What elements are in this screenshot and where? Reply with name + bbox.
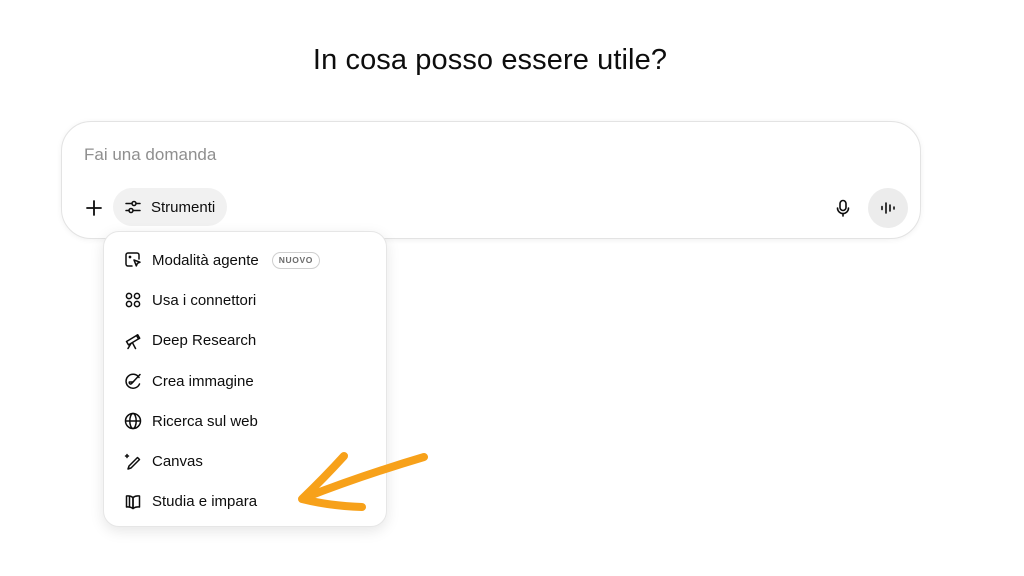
menu-item-label: Ricerca sul web	[152, 412, 258, 430]
page-title: In cosa posso essere utile?	[312, 44, 668, 76]
menu-item-label: Deep Research	[152, 332, 257, 350]
book-icon	[122, 491, 143, 512]
menu-item-create-image[interactable]: Crea immagine	[104, 361, 386, 401]
agent-cursor-icon	[122, 250, 143, 271]
menu-item-label: Modalità agente	[152, 251, 259, 269]
menu-item-label: Studia e impara	[152, 493, 258, 511]
new-badge: NUOVO	[271, 251, 320, 269]
menu-item-agent-mode[interactable]: Modalità agente NUOVO	[104, 240, 386, 280]
tools-button-label: Strumenti	[151, 198, 216, 216]
telescope-icon	[122, 330, 143, 351]
menu-item-deep-research[interactable]: Deep Research	[104, 321, 386, 361]
add-attachment-button[interactable]	[80, 194, 108, 222]
menu-item-connectors[interactable]: Usa i connettori	[104, 280, 386, 320]
pencil-sparkle-icon	[122, 451, 143, 472]
prompt-composer: Strumenti	[61, 121, 921, 239]
menu-item-label: Canvas	[152, 453, 203, 471]
orange-arrow-icon	[298, 452, 428, 511]
image-palette-icon	[122, 371, 143, 392]
globe-icon	[122, 411, 143, 432]
prompt-input[interactable]	[84, 142, 864, 168]
dictate-button[interactable]	[828, 193, 858, 223]
menu-item-web-search[interactable]: Ricerca sul web	[104, 401, 386, 441]
connectors-icon	[122, 290, 143, 311]
tools-button[interactable]: Strumenti	[113, 188, 228, 226]
voice-mode-button[interactable]	[868, 188, 908, 228]
menu-item-label: Usa i connettori	[152, 291, 257, 309]
menu-item-label: Crea immagine	[152, 372, 254, 390]
voice-mode-icon	[881, 202, 895, 214]
chat-home: In cosa posso essere utile? Strumenti	[0, 0, 1024, 576]
microphone-icon	[836, 199, 850, 217]
sliders-icon	[125, 200, 141, 214]
plus-icon	[86, 200, 102, 216]
